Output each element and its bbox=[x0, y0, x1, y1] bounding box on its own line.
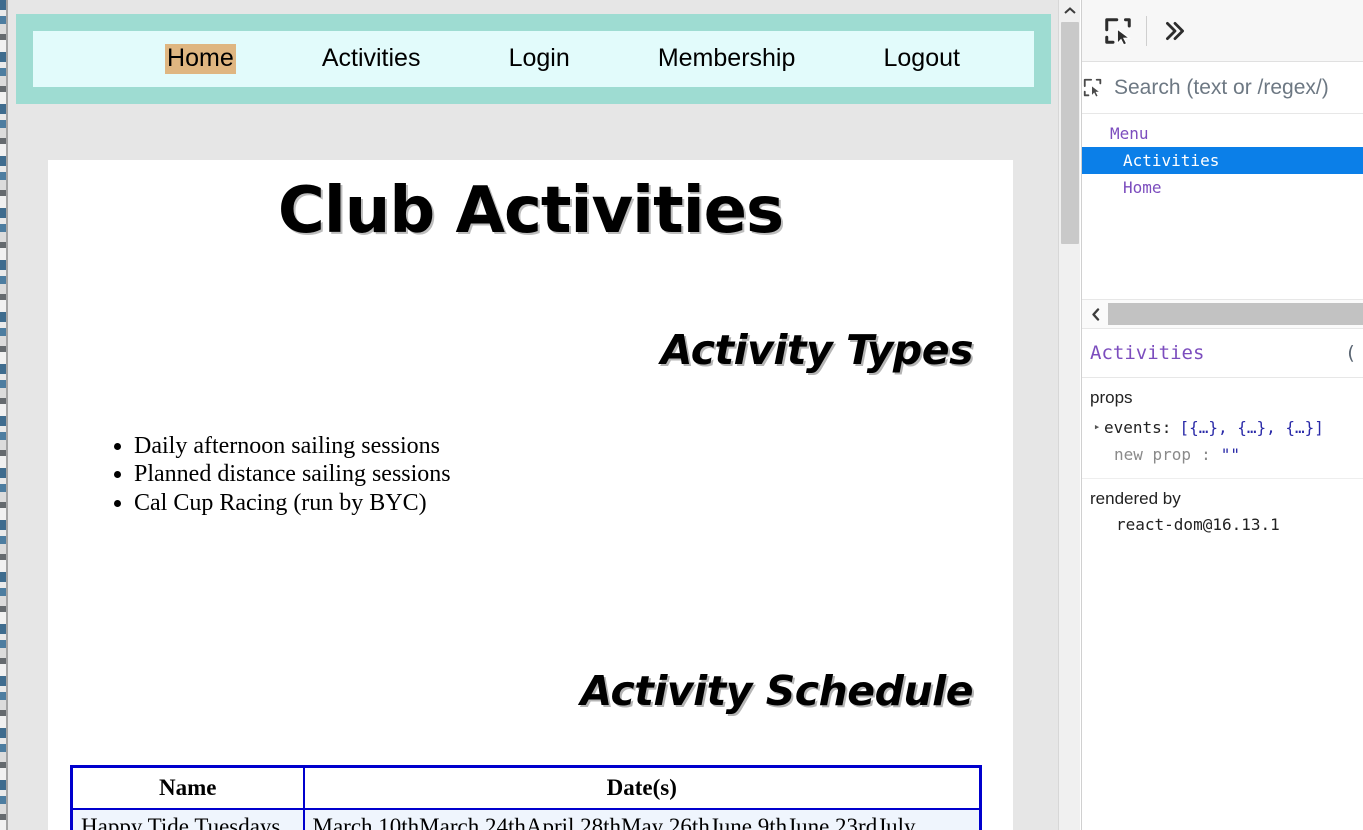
cursor-select-icon bbox=[1105, 17, 1131, 46]
devtools-search-input[interactable] bbox=[1104, 75, 1363, 100]
nav-item-login[interactable]: Login bbox=[507, 44, 572, 74]
props-entries: ▸ events: [{…}, {…}, {…}] bbox=[1090, 414, 1363, 441]
component-tree: Menu Activities Home bbox=[1082, 114, 1363, 299]
props-section-title: props bbox=[1090, 388, 1133, 407]
navbar-inner-panel: Home Activities Login Membership Logout bbox=[33, 31, 1034, 87]
nav-item-activities[interactable]: Activities bbox=[320, 44, 423, 74]
new-prop-row[interactable]: new prop : "" bbox=[1090, 441, 1363, 468]
rendered-by-title: rendered by bbox=[1090, 489, 1181, 509]
devtools-search-row bbox=[1082, 62, 1363, 114]
tree-node-home[interactable]: Home bbox=[1082, 174, 1363, 201]
page-vertical-scrollbar[interactable] bbox=[1058, 0, 1080, 830]
prop-expand-triangle-icon[interactable]: ▸ bbox=[1090, 418, 1104, 437]
hscroll-thumb[interactable] bbox=[1108, 303, 1363, 325]
tree-node-menu[interactable]: Menu bbox=[1082, 120, 1363, 147]
prop-key: events: bbox=[1104, 418, 1172, 437]
tree-horizontal-scrollbar[interactable] bbox=[1082, 299, 1363, 329]
nav-item-home[interactable]: Home bbox=[165, 44, 236, 74]
new-prop-value: "" bbox=[1220, 445, 1240, 465]
nav-item-logout[interactable]: Logout bbox=[881, 44, 961, 74]
activity-type-item: Cal Cup Racing (run by BYC) bbox=[134, 489, 991, 517]
table-header-cell: Date(s) bbox=[302, 765, 982, 810]
screen: Home Activities Login Membership Logout Club… bbox=[0, 0, 1363, 830]
new-prop-separator: : bbox=[1201, 445, 1211, 465]
table-head: Name Date(s) bbox=[70, 765, 982, 810]
tree-node-activities[interactable]: Activities bbox=[1082, 147, 1363, 174]
table-body: Happy Tide Tuesdays March 10thMarch 24thA… bbox=[70, 807, 982, 830]
activity-types-heading: Activity Types bbox=[660, 326, 974, 374]
activity-type-item: Daily afternoon sailing sessions bbox=[134, 432, 991, 460]
hscroll-left-arrow[interactable] bbox=[1082, 300, 1108, 328]
react-devtools-panel: MenuActivitiesHome Activities ( props ▸e… bbox=[1081, 0, 1363, 830]
table-cell-name: Happy Tide Tuesdays bbox=[70, 807, 305, 830]
table-cell-dates: March 10thMarch 24thApril 28thMay 26thJu… bbox=[302, 807, 982, 830]
inspect-element-button[interactable] bbox=[1096, 9, 1140, 53]
activity-schedule-heading: Activity Schedule bbox=[580, 666, 973, 715]
props-section: props ▸ events: [{…}, {…}, {…}] new prop :… bbox=[1082, 378, 1363, 480]
toolbar-divider bbox=[1146, 15, 1147, 46]
selected-component-name: Activities bbox=[1090, 342, 1205, 364]
table-row: Happy Tide Tuesdays March 10thMarch 24thA… bbox=[70, 807, 982, 830]
chevron-double-right-icon bbox=[1166, 21, 1184, 40]
activity-schedule-table: Name Date(s) Happy Tide Tuesdays March 10t… bbox=[70, 764, 982, 830]
selected-component-actions[interactable]: ( bbox=[1345, 342, 1363, 364]
search-pick-element-icon[interactable] bbox=[1082, 62, 1104, 113]
rendered-by-section: rendered by react-dom@16.13.1 bbox=[1082, 479, 1363, 544]
devtools-toolbar bbox=[1082, 0, 1363, 62]
page-title: Club Activities bbox=[277, 174, 784, 248]
chevron-left-icon bbox=[1091, 307, 1099, 321]
background-window-sliver bbox=[0, 0, 8, 830]
page-content-card: Club Activities Activity Types Daily aft… bbox=[48, 160, 1013, 830]
scroll-thumb[interactable] bbox=[1061, 22, 1079, 244]
browser-viewport: Home Activities Login Membership Logout Club… bbox=[8, 0, 1058, 830]
cursor-select-small-icon bbox=[1083, 78, 1102, 97]
activity-types-list: Daily afternoon sailing sessionsPlanned … bbox=[70, 432, 991, 517]
scroll-up-button[interactable] bbox=[1059, 0, 1080, 22]
nav-list: Home Activities Login Membership Logout bbox=[33, 44, 1034, 74]
toolbar-overflow-button[interactable] bbox=[1153, 9, 1197, 53]
activity-type-item: Planned distance sailing sessions bbox=[134, 460, 991, 488]
nav-item-membership[interactable]: Membership bbox=[656, 44, 798, 74]
selected-component-header: Activities ( bbox=[1082, 329, 1363, 378]
chevron-up-icon bbox=[1063, 7, 1076, 14]
prop-row[interactable]: ▸ events: [{…}, {…}, {…}] bbox=[1090, 414, 1363, 441]
new-prop-label: new prop bbox=[1114, 445, 1192, 465]
site-navbar: Home Activities Login Membership Logout bbox=[16, 14, 1051, 104]
table-header-row: Name Date(s) bbox=[70, 765, 982, 810]
table-header-cell: Name bbox=[70, 765, 305, 810]
prop-value: [{…}, {…}, {…}] bbox=[1179, 418, 1324, 437]
rendered-by-value: react-dom@16.13.1 bbox=[1116, 515, 1280, 535]
